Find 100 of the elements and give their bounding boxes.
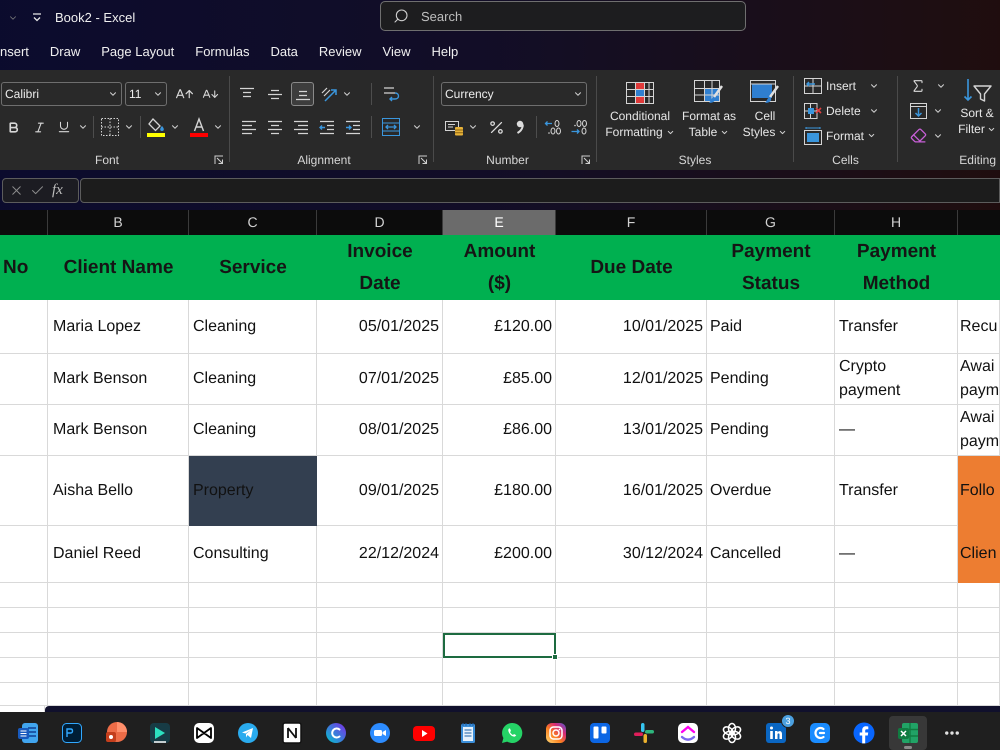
taskbar-button[interactable] (889, 716, 927, 750)
empty-cell[interactable] (443, 658, 556, 683)
empty-cell[interactable] (556, 583, 707, 608)
empty-cell[interactable] (556, 658, 707, 683)
empty-cell[interactable] (48, 658, 189, 683)
empty-cell[interactable] (958, 608, 1000, 633)
gradient-circle-icon[interactable] (324, 720, 348, 744)
empty-cell[interactable] (0, 633, 48, 658)
empty-cell[interactable] (0, 526, 48, 583)
empty-cell[interactable] (835, 608, 958, 633)
square-app-icon[interactable] (764, 720, 788, 744)
increase-decimal-button[interactable] (543, 117, 563, 137)
empty-cell[interactable] (317, 608, 443, 633)
paper-plane-icon[interactable] (236, 720, 260, 744)
cells-button[interactable]: Insert (804, 76, 856, 94)
ribbon-tab[interactable]: Review (318, 40, 362, 64)
notebook-app-icon[interactable] (280, 720, 304, 744)
bowtie-app-icon[interactable] (192, 720, 216, 744)
film-app-icon[interactable] (148, 720, 172, 744)
dialog-launcher-icon[interactable] (581, 155, 591, 165)
empty-cell[interactable] (958, 658, 1000, 683)
empty-cell[interactable] (0, 354, 48, 405)
circle-app-icon[interactable] (852, 720, 876, 744)
empty-cell[interactable] (0, 658, 48, 683)
empty-cell[interactable] (317, 583, 443, 608)
empty-cell[interactable] (835, 633, 958, 658)
empty-cell[interactable] (958, 633, 1000, 658)
ribbon-tab[interactable]: Page Layout (101, 40, 174, 64)
empty-cell[interactable] (0, 583, 48, 608)
empty-cell[interactable] (0, 300, 48, 354)
ribbon-tab[interactable]: Help (432, 40, 458, 64)
font-size-dropdown[interactable]: 11 (125, 82, 167, 106)
dialog-launcher-icon[interactable] (214, 155, 224, 165)
empty-cell[interactable] (189, 608, 317, 633)
active-cell[interactable] (443, 633, 556, 658)
document-app-icon[interactable] (16, 720, 40, 744)
number-format-dropdown[interactable]: Currency (441, 82, 587, 106)
board-icon[interactable] (588, 720, 612, 744)
arrow-app-icon[interactable] (808, 720, 832, 744)
empty-cell[interactable] (707, 583, 835, 608)
empty-cell[interactable] (0, 405, 48, 456)
empty-cell[interactable] (707, 633, 835, 658)
font-color-button[interactable] (189, 116, 209, 138)
merge-center-button[interactable] (381, 117, 401, 137)
empty-cell[interactable] (317, 633, 443, 658)
empty-cell[interactable] (0, 683, 48, 706)
empty-cell[interactable] (48, 608, 189, 633)
empty-cell[interactable] (0, 456, 48, 526)
fill-color-button[interactable] (146, 116, 166, 138)
video-app-icon[interactable] (368, 720, 392, 744)
empty-cell[interactable] (443, 608, 556, 633)
formula-input[interactable] (80, 178, 1000, 203)
ribbon-tab[interactable]: Draw (50, 40, 80, 64)
empty-cell[interactable] (835, 583, 958, 608)
fill-handle[interactable] (552, 654, 558, 660)
sort-filter-button[interactable]: Sort & Filter (954, 70, 1000, 148)
insert-function-button[interactable]: fx (52, 179, 63, 202)
empty-cell[interactable] (835, 658, 958, 683)
empty-cell[interactable] (443, 583, 556, 608)
chevron-app-icon[interactable] (676, 720, 700, 744)
empty-cell[interactable] (707, 658, 835, 683)
search-field[interactable]: Search (380, 1, 746, 31)
camera-icon[interactable] (544, 720, 568, 744)
empty-cell[interactable] (317, 658, 443, 683)
empty-cell[interactable] (189, 583, 317, 608)
square-app-icon[interactable] (60, 720, 84, 744)
style-button[interactable]: Format as Table (679, 79, 739, 140)
clear-button[interactable] (909, 126, 927, 146)
empty-cell[interactable] (0, 608, 48, 633)
ribbon-tab[interactable]: Data (270, 40, 298, 64)
spreadsheet-app-icon[interactable] (896, 720, 920, 744)
ribbon-tab[interactable]: Formulas (195, 40, 250, 64)
cells-button[interactable]: Delete (804, 102, 861, 120)
empty-cell[interactable] (189, 633, 317, 658)
style-button[interactable]: Conditional Formatting (605, 79, 675, 140)
empty-cell[interactable] (48, 633, 189, 658)
group-label: Number (486, 152, 529, 169)
knot-icon[interactable] (720, 720, 744, 744)
customize-icon[interactable] (32, 13, 42, 22)
empty-cell[interactable] (48, 583, 189, 608)
style-button[interactable]: Cell Styles (742, 79, 788, 140)
empty-cell[interactable] (958, 583, 1000, 608)
empty-cell[interactable] (556, 608, 707, 633)
cells-button[interactable]: Format (804, 126, 876, 144)
column-heading[interactable]: E (443, 210, 556, 235)
borders-button[interactable] (100, 117, 120, 137)
empty-cell[interactable] (707, 608, 835, 633)
circle-app-icon[interactable] (104, 720, 128, 744)
ribbon-tab[interactable]: nsert (0, 40, 29, 64)
pinwheel-icon[interactable] (632, 720, 656, 744)
dialog-launcher-icon[interactable] (418, 155, 428, 165)
fill-button[interactable] (909, 100, 927, 120)
window-title: Book2 - Excel (55, 8, 136, 27)
decrease-decimal-button[interactable] (569, 117, 589, 137)
empty-cell[interactable] (556, 633, 707, 658)
empty-cell[interactable] (189, 658, 317, 683)
vertical-align-button[interactable] (291, 82, 314, 106)
chat-bubble-icon[interactable] (500, 720, 524, 744)
font-name-dropdown[interactable]: Calibri (1, 82, 122, 106)
ribbon-tab[interactable]: View (382, 40, 410, 64)
